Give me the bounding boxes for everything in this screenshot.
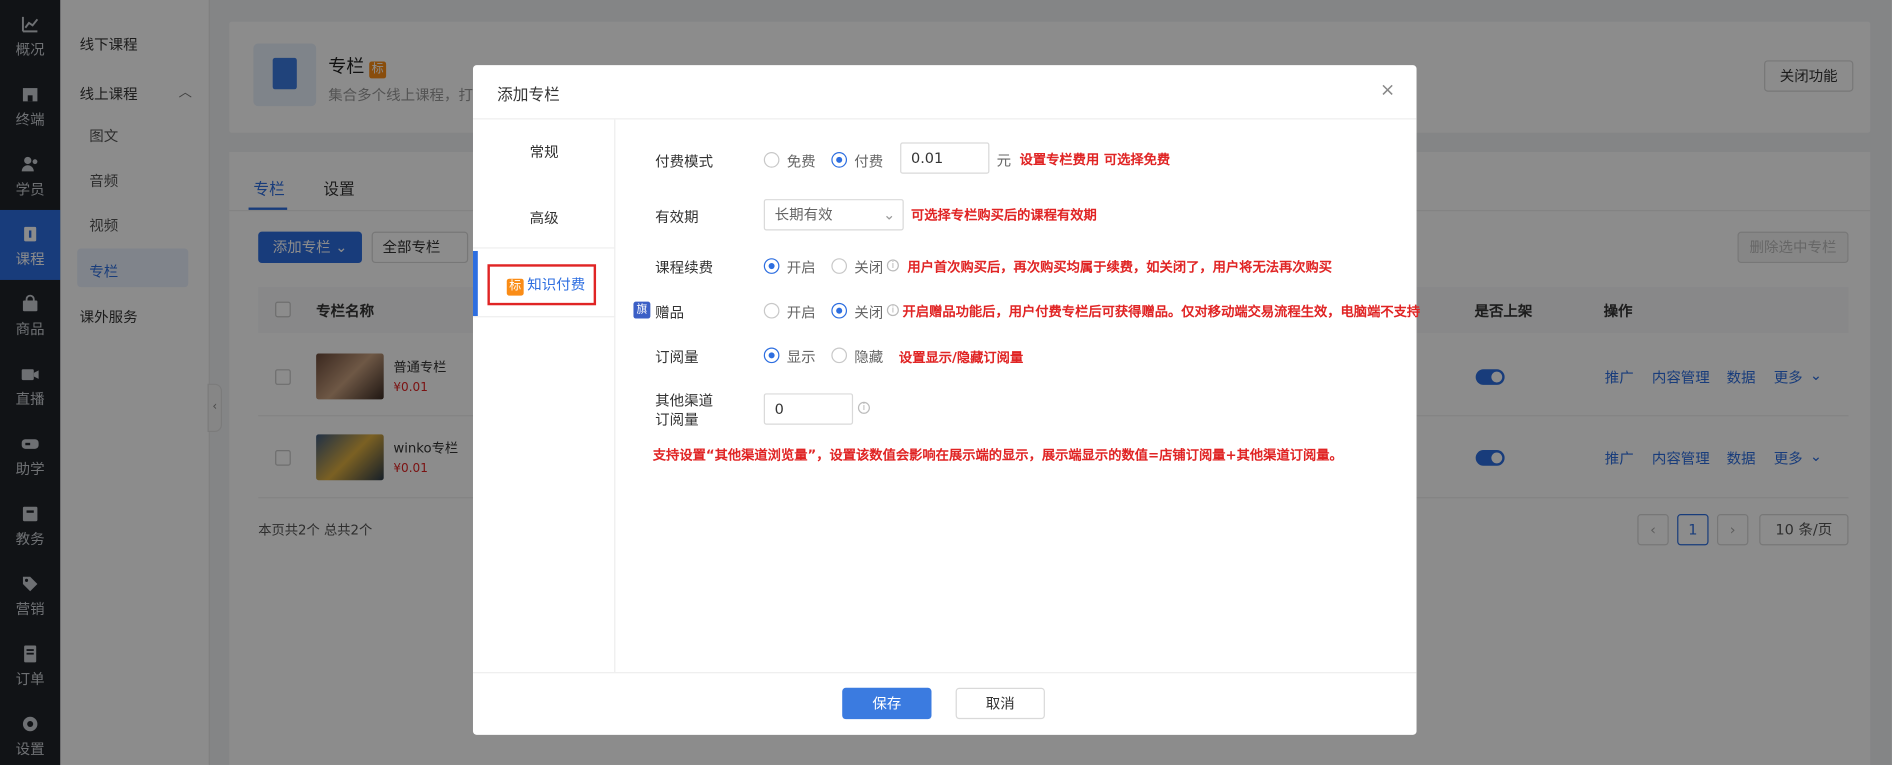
active-section-indicator — [472, 250, 478, 317]
app-root: 概况 终端 学员 课程 商品 直播 助学 教务 营销 订单 设置 线下课程 线上… — [0, 0, 1892, 765]
nav-divider — [472, 247, 616, 249]
subscriptions-show-radio[interactable] — [763, 347, 780, 364]
validity-note: 可选择专栏购买后的课程有效期 — [910, 207, 1097, 224]
bottom-note: 支持设置“其他渠道浏览量”，设置该数值会影响在展示端的显示，展示端显示的数值=店… — [652, 447, 1343, 464]
other-channel-input[interactable]: 0 — [763, 393, 854, 425]
dialog-section-nav: 常规 高级 标知识付费 — [472, 119, 616, 673]
section-tab-normal[interactable]: 常规 — [473, 141, 615, 162]
gift-on-label[interactable]: 开启 — [787, 302, 816, 323]
price-input[interactable]: 0.01 — [900, 142, 990, 174]
close-icon[interactable]: × — [1376, 77, 1400, 101]
subscriptions-label: 订阅量 — [655, 348, 699, 366]
gift-note: 开启赠品功能后，用户付费专栏后可获得赠品。仅对移动端交易流程生效，电脑端不支持 — [902, 304, 1421, 320]
renewal-note: 用户首次购买后，再次购买均属于续费，如关闭了，用户将无法再次购买 — [907, 259, 1333, 276]
section-tab-paid[interactable]: 标知识付费 — [506, 274, 585, 296]
nav-divider — [472, 316, 616, 318]
gift-label: 赠品 — [655, 304, 685, 321]
renewal-on-radio[interactable] — [763, 258, 780, 274]
pay-mode-free-label[interactable]: 免费 — [787, 151, 816, 172]
flagship-badge: 旗 — [633, 301, 651, 319]
add-column-dialog: 添加专栏 × 常规 高级 标知识付费 付费模式 免费 付费 0.01 元 设置专… — [472, 65, 1420, 735]
standard-tag: 标 — [506, 278, 524, 296]
dialog-footer-divider — [472, 672, 1417, 674]
dialog-title: 添加专栏 — [497, 86, 560, 105]
chevron-down-icon: ⌄ — [883, 206, 896, 224]
pay-mode-note: 设置专栏费用 可选择免费 — [1019, 152, 1171, 168]
gift-off-radio[interactable] — [831, 302, 848, 319]
save-button[interactable]: 保存 — [842, 687, 932, 720]
pay-mode-label: 付费模式 — [655, 153, 714, 171]
validity-select[interactable]: 长期有效 ⌄ — [763, 199, 904, 231]
section-tab-advanced[interactable]: 高级 — [473, 208, 615, 229]
other-channel-label-line1: 其他渠道 — [655, 392, 714, 410]
pay-mode-free-radio[interactable] — [763, 152, 780, 168]
info-icon[interactable]: i — [857, 401, 870, 414]
info-icon[interactable]: i — [886, 304, 899, 317]
info-icon[interactable]: i — [886, 259, 899, 272]
gift-off-label[interactable]: 关闭 — [854, 302, 883, 323]
cancel-button[interactable]: 取消 — [955, 687, 1045, 720]
other-channel-label-line2: 订阅量 — [655, 411, 699, 429]
renewal-off-label[interactable]: 关闭 — [854, 257, 883, 278]
validity-label: 有效期 — [655, 208, 699, 226]
subscriptions-note: 设置显示/隐藏订阅量 — [898, 349, 1024, 366]
renewal-off-radio[interactable] — [831, 258, 848, 274]
pay-mode-paid-label[interactable]: 付费 — [854, 151, 883, 172]
subscriptions-hide-label[interactable]: 隐藏 — [854, 346, 883, 367]
gift-on-radio[interactable] — [763, 302, 780, 319]
subscriptions-hide-radio[interactable] — [831, 347, 848, 364]
pay-mode-paid-radio[interactable] — [831, 152, 848, 168]
price-unit: 元 — [996, 152, 1012, 169]
renewal-on-label[interactable]: 开启 — [787, 257, 816, 278]
subscriptions-show-label[interactable]: 显示 — [787, 346, 816, 367]
renewal-label: 课程续费 — [655, 259, 714, 277]
